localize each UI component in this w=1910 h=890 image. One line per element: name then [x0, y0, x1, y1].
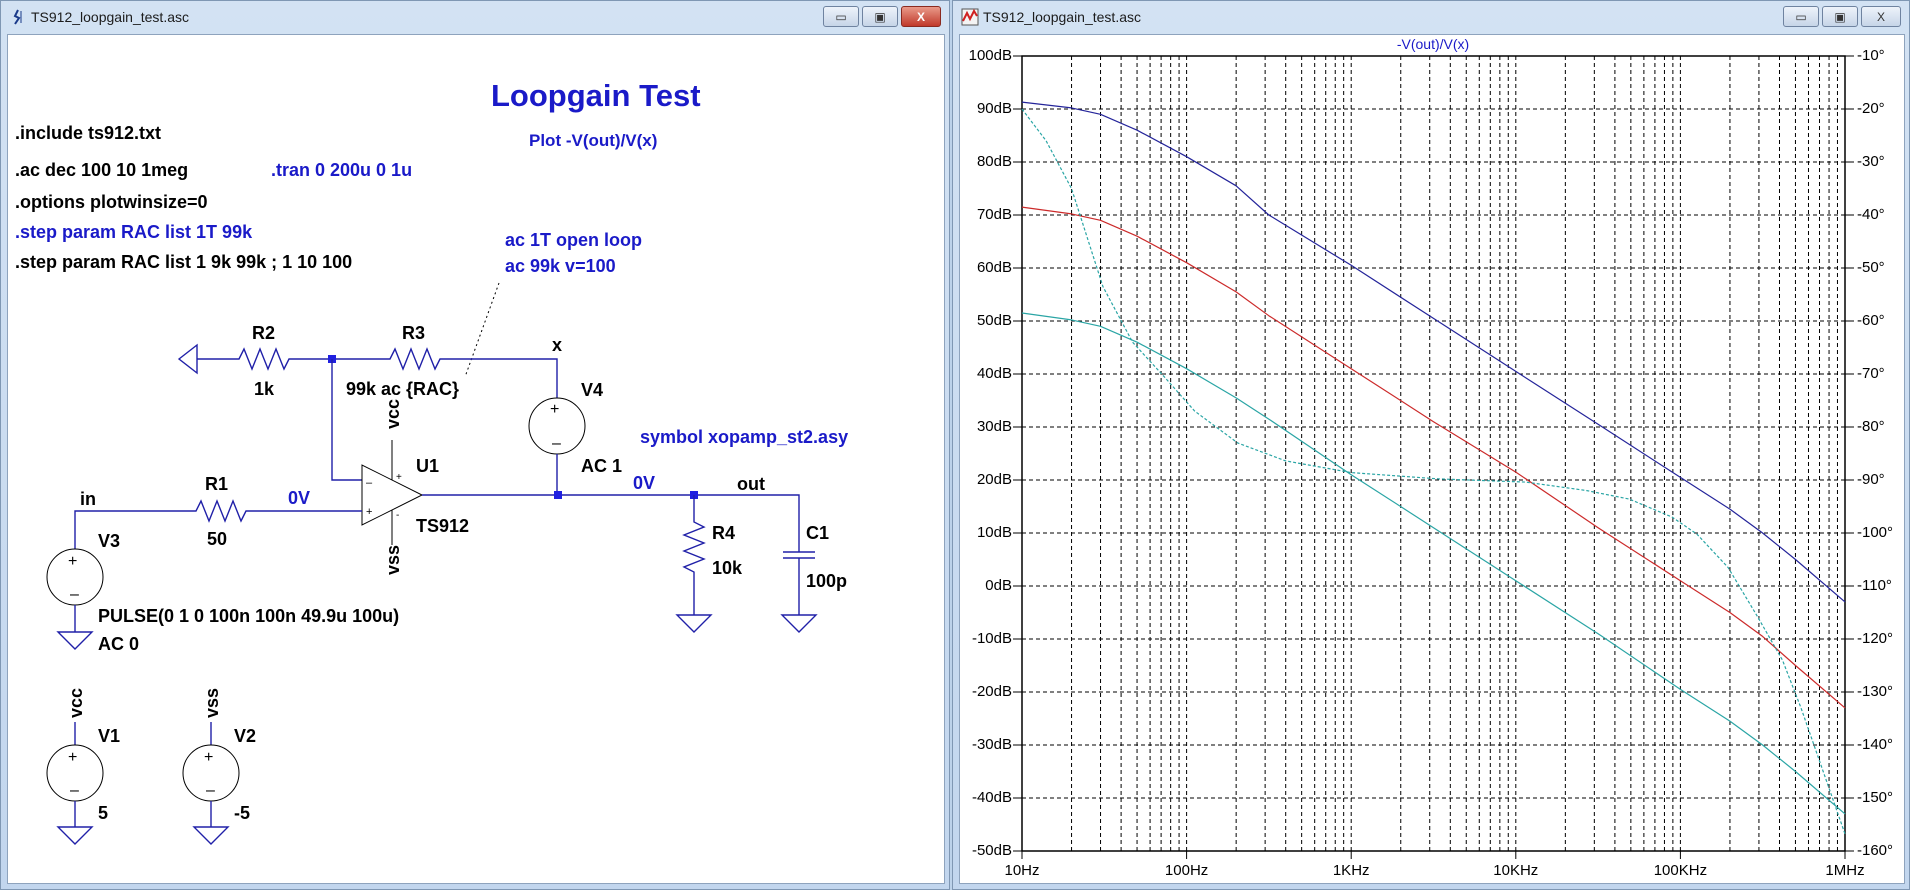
- y2-tick-label: -30°: [1857, 153, 1885, 170]
- y-tick-label: 0dB: [985, 577, 1012, 594]
- x-tick-label: 10KHz: [1493, 862, 1539, 879]
- plot-title[interactable]: -V(out)/V(x): [1397, 37, 1469, 51]
- y-tick-label: 100dB: [968, 47, 1012, 64]
- y2-tick-label: -60°: [1857, 312, 1885, 329]
- y2-tick-label: -160°: [1857, 842, 1894, 859]
- y2-tick-label: -120°: [1857, 630, 1894, 647]
- y2-tick-label: -140°: [1857, 736, 1894, 753]
- y2-tick-label: -40°: [1857, 206, 1885, 223]
- y2-tick-label: -100°: [1857, 524, 1894, 541]
- y2-tick-label: -70°: [1857, 365, 1885, 382]
- y-tick-label: 90dB: [976, 100, 1012, 117]
- y-tick-label: 20dB: [976, 471, 1012, 488]
- y-tick-label: -20dB: [971, 683, 1012, 700]
- y-tick-label: 10dB: [976, 524, 1012, 541]
- y2-tick-label: -90°: [1857, 471, 1885, 488]
- y-tick-label: 40dB: [976, 365, 1012, 382]
- y-tick-label: 60dB: [976, 259, 1012, 276]
- y-tick-label: -40dB: [971, 789, 1012, 806]
- y2-tick-label: -50°: [1857, 259, 1885, 276]
- y2-tick-label: -130°: [1857, 683, 1894, 700]
- magnitude-trace-2: [1021, 312, 1846, 815]
- x-tick-label: 100KHz: [1653, 862, 1708, 879]
- magnitude-trace-0: [1021, 101, 1846, 603]
- y-tick-label: 50dB: [976, 312, 1012, 329]
- x-tick-label: 1KHz: [1332, 862, 1370, 879]
- y2-tick-label: -20°: [1857, 100, 1885, 117]
- y-tick-label: 70dB: [976, 206, 1012, 223]
- y2-tick-label: -150°: [1857, 789, 1894, 806]
- y-tick-label: 30dB: [976, 418, 1012, 435]
- x-tick-label: 100Hz: [1164, 862, 1209, 879]
- y-tick-label: -50dB: [971, 842, 1012, 859]
- y2-tick-label: -80°: [1857, 418, 1885, 435]
- y-tick-label: -30dB: [971, 736, 1012, 753]
- y2-tick-label: -10°: [1857, 47, 1885, 64]
- plot-frame: [1021, 55, 1846, 852]
- bode-plot[interactable]: [0, 0, 1910, 890]
- x-tick-label: 10Hz: [1004, 862, 1040, 879]
- phase-trace-3: [1021, 108, 1846, 835]
- magnitude-trace-1: [1021, 206, 1846, 709]
- y-tick-label: -10dB: [971, 630, 1012, 647]
- y-tick-label: 80dB: [976, 153, 1012, 170]
- y2-tick-label: -110°: [1857, 577, 1892, 594]
- x-tick-label: 1MHz: [1825, 862, 1865, 879]
